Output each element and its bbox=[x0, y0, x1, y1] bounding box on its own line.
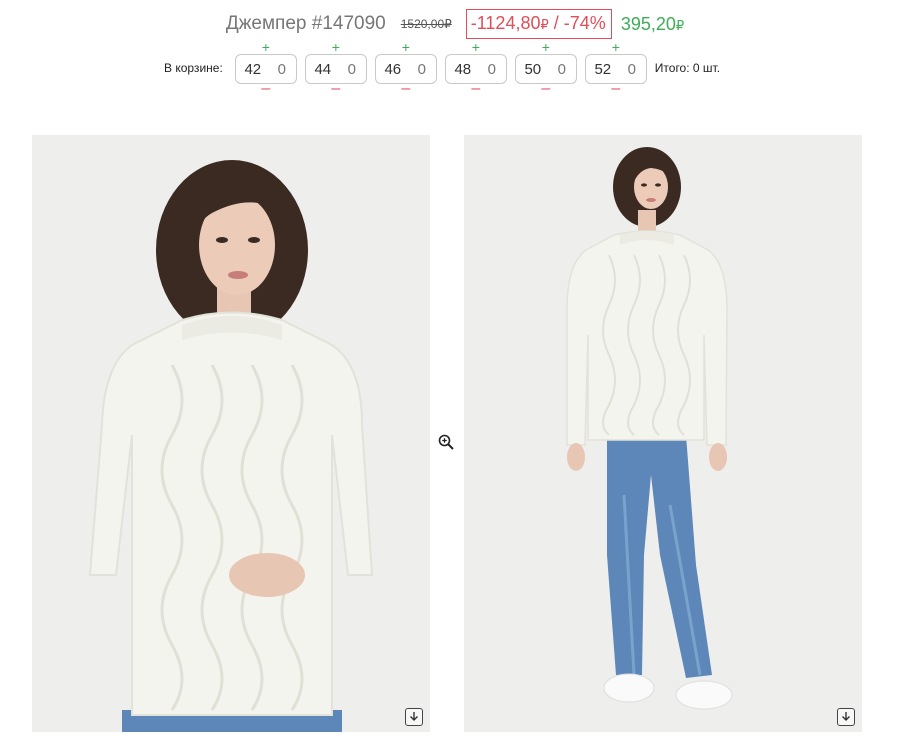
size-stepper-46: + 46 0 – bbox=[374, 40, 437, 97]
decrease-button[interactable]: – bbox=[585, 81, 647, 97]
decrease-button[interactable]: – bbox=[235, 81, 297, 97]
decrease-button[interactable]: – bbox=[305, 81, 367, 97]
increase-button[interactable]: + bbox=[585, 40, 647, 54]
magnifier-icon bbox=[438, 434, 454, 450]
download-arrow-icon bbox=[842, 712, 850, 721]
size-selector: В корзине: + 42 0 – + 44 0 – + 46 0 – + … bbox=[164, 40, 721, 97]
download-icon[interactable] bbox=[405, 708, 423, 726]
discount-badge: -1124,80₽ / -74% bbox=[465, 9, 612, 39]
product-title: Джемпер #147090 bbox=[225, 13, 386, 34]
size-label: 48 bbox=[454, 60, 472, 78]
quantity-field[interactable]: 0 bbox=[270, 61, 294, 78]
decrease-button[interactable]: – bbox=[375, 81, 437, 97]
quantity-field[interactable]: 0 bbox=[480, 61, 504, 78]
size-stepper-48: + 48 0 – bbox=[444, 40, 507, 97]
increase-button[interactable]: + bbox=[305, 40, 367, 54]
product-photo-closeup[interactable] bbox=[32, 135, 430, 732]
download-icon[interactable] bbox=[837, 708, 855, 726]
quantity-field[interactable]: 0 bbox=[410, 61, 434, 78]
size-stepper-42: + 42 0 – bbox=[234, 40, 297, 97]
model-fullbody-illustration bbox=[464, 135, 862, 732]
quantity-field[interactable]: 0 bbox=[340, 61, 364, 78]
product-header: Джемпер #147090 1520,00₽ -1124,80₽ / -74… bbox=[0, 9, 910, 39]
size-stepper-50: + 50 0 – bbox=[514, 40, 577, 97]
new-price: 395,20₽ bbox=[621, 14, 684, 35]
discount-currency: ₽ bbox=[540, 17, 549, 32]
cart-total: Итого: 0 шт. bbox=[654, 61, 721, 75]
decrease-button[interactable]: – bbox=[445, 81, 507, 97]
new-price-value: 395,20 bbox=[620, 13, 676, 34]
size-stepper-52: + 52 0 – bbox=[584, 40, 647, 97]
model-closeup-illustration bbox=[32, 135, 430, 732]
increase-button[interactable]: + bbox=[515, 40, 577, 54]
size-label: 52 bbox=[594, 60, 612, 78]
discount-separator: / bbox=[548, 13, 564, 33]
zoom-in-icon[interactable] bbox=[437, 433, 455, 451]
discount-amount: -1124,80 bbox=[470, 13, 541, 33]
increase-button[interactable]: + bbox=[235, 40, 297, 54]
size-label: 50 bbox=[524, 60, 542, 78]
old-price: 1520,00₽ bbox=[400, 17, 452, 31]
size-label: 44 bbox=[314, 60, 332, 78]
quantity-field[interactable]: 0 bbox=[620, 61, 644, 78]
increase-button[interactable]: + bbox=[375, 40, 437, 54]
size-stepper-44: + 44 0 – bbox=[304, 40, 367, 97]
cart-label: В корзине: bbox=[164, 61, 223, 75]
quantity-field[interactable]: 0 bbox=[550, 61, 574, 78]
size-label: 46 bbox=[384, 60, 402, 78]
download-arrow-icon bbox=[410, 712, 418, 721]
product-photo-fullbody[interactable] bbox=[464, 135, 862, 732]
size-label: 42 bbox=[244, 60, 262, 78]
increase-button[interactable]: + bbox=[445, 40, 507, 54]
new-price-currency: ₽ bbox=[675, 17, 685, 33]
discount-percent: -74% bbox=[563, 13, 606, 33]
decrease-button[interactable]: – bbox=[515, 81, 577, 97]
